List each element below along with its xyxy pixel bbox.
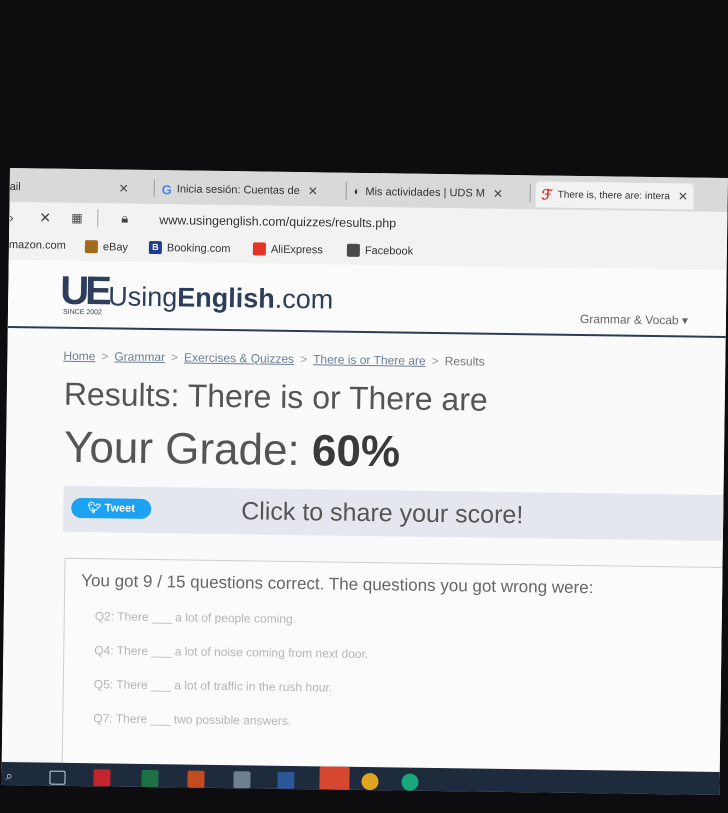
grade-label: Your Grade: (63, 422, 301, 476)
aliexpress-icon (252, 242, 266, 256)
bookmark-label: AliExpress (270, 243, 323, 256)
lock-icon: 🔒︎ (121, 210, 129, 226)
bookmark-amazon[interactable]: mazon.com (9, 239, 66, 252)
grade-display: Your Grade: 60% (64, 423, 401, 478)
tab-label: There is, there are: intera (557, 189, 671, 202)
tab-google-signin[interactable]: G Inicia sesión: Cuentas de ✕ (162, 176, 318, 204)
tab-quiz-active[interactable]: ℱ There is, there are: intera ✕ (535, 181, 695, 210)
shopping-bag-icon (84, 240, 99, 254)
page-icon (346, 243, 360, 257)
breadcrumb-quiz[interactable]: There is or There are (313, 352, 426, 368)
bookmark-label: mazon.com (8, 238, 66, 252)
chrome-icon[interactable] (361, 772, 379, 791)
bookmark-ebay[interactable]: eBay (84, 240, 129, 254)
site-favicon-icon: ℱ (541, 185, 553, 203)
moodle-icon: ◐ (353, 185, 361, 198)
apps-grid-icon[interactable]: ▦ (71, 211, 84, 225)
list-item: Q5: There ___ a lot of traffic in the ru… (93, 677, 333, 695)
breadcrumb-grammar[interactable]: Grammar (114, 349, 165, 364)
logo-mark: UE (59, 268, 109, 314)
word-icon[interactable] (277, 771, 295, 790)
powerpoint-icon[interactable] (187, 770, 205, 788)
tweet-button[interactable]: 🐦︎ Tweet (71, 497, 152, 520)
breadcrumb-exercises[interactable]: Exercises & Quizzes (184, 350, 294, 366)
share-strip: 🐦︎ Tweet Click to share your score! (62, 485, 728, 542)
tab-gmail[interactable]: ail ✕ (10, 174, 129, 202)
tab-separator (529, 184, 531, 203)
office-app-icon[interactable] (319, 766, 350, 795)
close-icon[interactable]: ✕ (39, 209, 51, 226)
bookmark-label: Booking.com (166, 241, 231, 255)
close-icon[interactable]: ✕ (678, 189, 688, 203)
score-summary: You got 9 / 15 questions correct. The qu… (81, 571, 594, 598)
excel-icon[interactable] (141, 769, 159, 788)
bookmark-label: eBay (102, 240, 129, 254)
close-icon[interactable]: ✕ (119, 182, 129, 196)
google-icon: G (161, 181, 172, 197)
tab-separator (345, 181, 347, 200)
logo-wordmark: UsingEnglish.com (108, 281, 334, 315)
tab-moodle[interactable]: ◐ Mis actividades | UDS M ✕ (354, 179, 504, 207)
bookmark-label: Facebook (364, 244, 414, 258)
tab-separator (153, 179, 155, 198)
breadcrumb-home[interactable]: Home (63, 349, 95, 363)
list-item: Q4: There ___ a lot of noise coming from… (94, 643, 369, 662)
bookmark-facebook[interactable]: Facebook (346, 243, 414, 258)
page-title: Results: There is or There are (63, 375, 488, 418)
wrong-questions-list: Q2: There ___ a lot of people coming. Q4… (93, 609, 369, 749)
tab-label: Inicia sesión: Cuentas de (176, 183, 300, 198)
bookmark-aliexpress[interactable]: AliExpress (252, 242, 323, 256)
url-field[interactable]: www.usingenglish.com/quizzes/results.php (159, 213, 396, 230)
breadcrumb-current: Results (444, 354, 485, 369)
list-item: Q2: There ___ a lot of people coming. (94, 609, 297, 627)
twitter-bird-icon: 🐦︎ (87, 502, 102, 515)
grade-value: 60% (311, 426, 401, 477)
nav-grammar-vocab[interactable]: Grammar & Vocab ▾ (580, 312, 688, 328)
close-icon[interactable]: ✕ (308, 184, 318, 198)
list-item: Q7: There ___ two possible answers. (93, 711, 292, 728)
site-header: UE SINCE 2002 UsingEnglish.com Grammar &… (7, 259, 727, 339)
messenger-icon[interactable] (401, 773, 419, 791)
tab-label: Mis actividades | UDS M (365, 185, 486, 200)
photos-icon[interactable] (233, 771, 251, 789)
forward-icon[interactable]: › (9, 210, 14, 225)
task-view-icon[interactable] (49, 770, 66, 785)
page-content: UE SINCE 2002 UsingEnglish.com Grammar &… (1, 259, 728, 790)
results-box: You got 9 / 15 questions correct. The qu… (61, 557, 728, 790)
breadcrumb: Home > Grammar > Exercises & Quizzes > There i… (63, 348, 485, 369)
search-icon[interactable]: ⌕ (5, 768, 12, 784)
tab-label: ail (9, 180, 21, 194)
monitor-screen: ail ✕ G Inicia sesión: Cuentas de ✕ ◐ Mi… (1, 168, 728, 795)
divider (97, 209, 99, 228)
share-score-text[interactable]: Click to share your score! (241, 497, 523, 530)
close-icon[interactable]: ✕ (493, 187, 503, 201)
booking-icon: B (148, 240, 162, 255)
logo-since: SINCE 2002 (62, 308, 102, 317)
bookmark-booking[interactable]: B Booking.com (148, 240, 231, 255)
pdf-reader-icon[interactable] (93, 769, 111, 787)
photo-frame: ail ✕ G Inicia sesión: Cuentas de ✕ ◐ Mi… (0, 0, 728, 813)
